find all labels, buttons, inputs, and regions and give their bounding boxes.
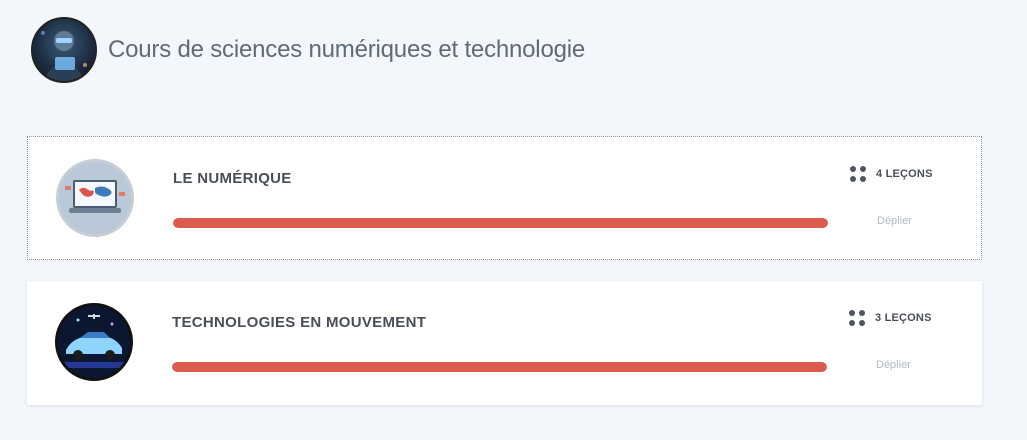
car-drone-icon bbox=[55, 303, 133, 381]
course-title: LE NUMÉRIQUE bbox=[173, 170, 292, 187]
laptop-world-map-icon bbox=[56, 159, 134, 237]
page-title: Cours de sciences numériques et technolo… bbox=[108, 36, 586, 63]
lesson-count-label: 4 LEÇONS bbox=[876, 168, 933, 180]
expand-button[interactable]: Déplier bbox=[877, 215, 912, 227]
lesson-count: 4 LEÇONS bbox=[850, 166, 933, 182]
course-title: TECHNOLOGIES EN MOUVEMENT bbox=[172, 314, 427, 331]
expand-button[interactable]: Déplier bbox=[876, 359, 911, 371]
progress-fill bbox=[172, 362, 827, 372]
lesson-count-label: 3 LEÇONS bbox=[875, 312, 932, 324]
course-card-le-numerique[interactable]: LE NUMÉRIQUE 4 LEÇONS Déplier bbox=[27, 136, 982, 260]
robot-tech-avatar-icon bbox=[31, 17, 97, 83]
progress-bar bbox=[172, 362, 827, 372]
progress-fill bbox=[173, 218, 828, 228]
grid-dots-icon bbox=[849, 310, 865, 326]
progress-bar bbox=[173, 218, 828, 228]
course-card-technologies-en-mouvement[interactable]: TECHNOLOGIES EN MOUVEMENT 3 LEÇONS Dépli… bbox=[27, 281, 982, 405]
page-header: Cours de sciences numériques et technolo… bbox=[31, 17, 585, 83]
lesson-count: 3 LEÇONS bbox=[849, 310, 932, 326]
grid-dots-icon bbox=[850, 166, 866, 182]
